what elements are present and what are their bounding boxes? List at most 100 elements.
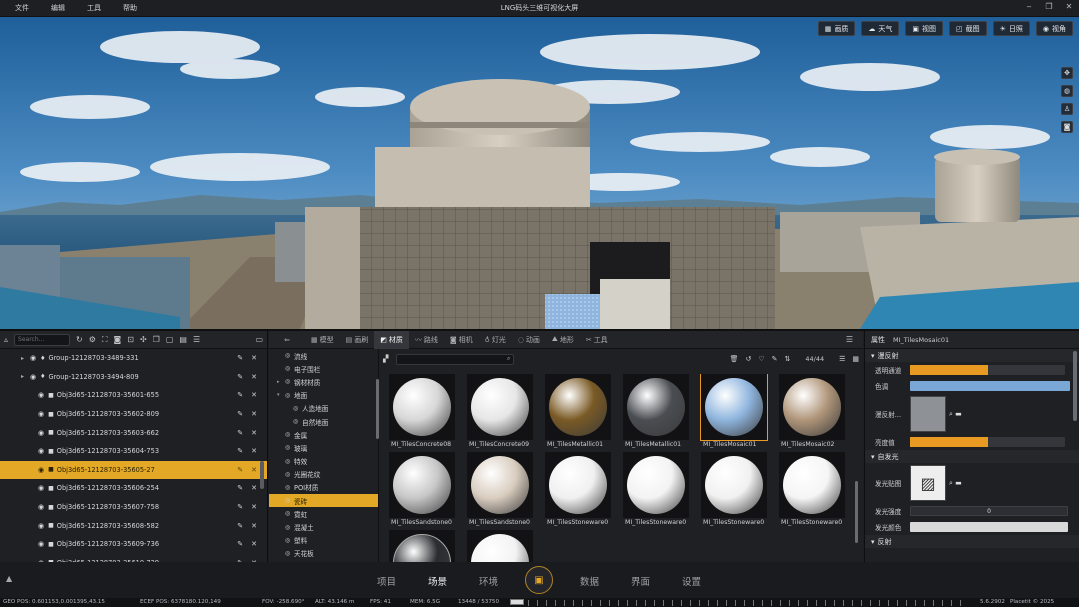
fit-icon[interactable]: ⛶ <box>102 335 108 345</box>
capture-icon[interactable]: ◙ <box>114 335 122 344</box>
panel-menu-icon[interactable]: ☰ <box>836 335 863 344</box>
material-card[interactable]: MI_TilesMetallic01 <box>623 374 689 452</box>
category-item[interactable]: ◎ 天花板 <box>269 547 378 560</box>
menu-tools[interactable]: 工具 <box>76 3 112 13</box>
material-card[interactable]: MI_TilesMosaic02 <box>779 374 845 452</box>
expand-icon[interactable]: ▸ <box>277 379 285 385</box>
tree-row[interactable]: ◉ ■ Obj3d65-12128703-35607-758 ✎ ✕ <box>0 498 267 517</box>
edit-icon[interactable]: ✎ <box>237 354 243 362</box>
search-icon[interactable]: ⌕ <box>949 410 953 418</box>
nav-environment[interactable]: 环境 <box>479 574 498 588</box>
tree-row[interactable]: ▸ ◉ ♦ Group-12128703-3489-331 ✎ ✕ <box>0 349 267 368</box>
visibility-icon[interactable]: ◉ <box>38 503 44 511</box>
tree-row[interactable]: ◉ ■ Obj3d65-12128703-35602-809 ✎ ✕ <box>0 405 267 424</box>
nav-ui[interactable]: 界面 <box>631 574 650 588</box>
edit-icon[interactable]: ✎ <box>237 540 243 548</box>
category-item[interactable]: ◎ 自然地面 <box>269 415 378 428</box>
tree-row[interactable]: ◉ ■ Obj3d65-12128703-35603-662 ✎ ✕ <box>0 423 267 442</box>
tab-light[interactable]: ♁ 灯光 <box>479 331 512 349</box>
tab-camera[interactable]: ◙ 相机 <box>444 331 479 349</box>
material-search-input[interactable]: ⌕ <box>396 353 515 365</box>
edit-icon[interactable]: ✎ <box>237 503 243 511</box>
tree-search-input[interactable] <box>14 333 71 346</box>
weather-button[interactable]: ☁ 天气 <box>861 21 900 36</box>
visibility-icon[interactable]: ◉ <box>30 373 36 381</box>
material-card[interactable]: MI_TilesStoneware0 <box>701 452 767 530</box>
edit-icon[interactable]: ✎ <box>772 355 778 363</box>
scene-viewport[interactable]: ▦ 画质 ☁ 天气 ▣ 视图 ◰ 截图 ☀ 日照 ◉ 视角 ✥ ◍ ♙ ◙ <box>0 17 1079 329</box>
category-item[interactable]: ◎ 流线 <box>269 349 378 362</box>
material-card-selected[interactable]: MI_TilesMosaic01 <box>700 374 768 452</box>
screenshot-button[interactable]: ◰ 截图 <box>948 21 987 36</box>
list-icon[interactable]: ☰ <box>193 335 200 344</box>
list-view-icon[interactable]: ☰ <box>839 355 845 363</box>
category-item[interactable]: ◎ 霓虹 <box>269 507 378 520</box>
edit-icon[interactable]: ✎ <box>237 373 243 381</box>
tab-model[interactable]: ▦ 模型 <box>305 331 340 349</box>
section-diffuse[interactable]: ▾ 漫反射 <box>865 349 1079 362</box>
delete-icon[interactable]: ✕ <box>251 410 257 418</box>
edit-icon[interactable]: ✎ <box>237 429 243 437</box>
globe-icon[interactable]: ◍ <box>1061 85 1073 97</box>
visibility-icon[interactable]: ◉ <box>38 391 44 399</box>
tree-row[interactable]: ◉ ■ Obj3d65-12128703-35601-655 ✎ ✕ <box>0 386 267 405</box>
category-item[interactable]: ◎ 电子围栏 <box>269 362 378 375</box>
visibility-icon[interactable]: ◉ <box>38 522 44 530</box>
collapse-icon[interactable]: ▾ <box>277 392 285 398</box>
nav-project[interactable]: 项目 <box>377 574 396 588</box>
move-icon[interactable]: ✣ <box>140 335 147 344</box>
category-item[interactable]: ◎ 混凝土 <box>269 520 378 533</box>
category-item[interactable]: ◎ 玻璃 <box>269 441 378 454</box>
emissive-texture-placeholder[interactable]: ▨ <box>910 465 946 501</box>
opacity-slider[interactable] <box>910 365 1065 375</box>
folder-icon[interactable]: ▬ <box>955 479 962 487</box>
tree-scrollbar[interactable] <box>260 461 264 489</box>
delete-icon[interactable]: ✕ <box>251 429 257 437</box>
tree-row[interactable]: ◉ ■ Obj3d65-12128703-35609-736 ✎ ✕ <box>0 535 267 554</box>
category-item[interactable]: ◎ 塑料 <box>269 534 378 547</box>
folder-icon[interactable]: ▬ <box>955 410 962 418</box>
visibility-icon[interactable]: ◉ <box>38 429 44 437</box>
visibility-icon[interactable]: ◉ <box>38 484 44 492</box>
person-icon[interactable]: ♙ <box>1061 103 1073 115</box>
visibility-icon[interactable]: ◉ <box>30 354 36 362</box>
edit-icon[interactable]: ✎ <box>237 466 243 474</box>
visibility-icon[interactable]: ◉ <box>38 466 44 474</box>
delete-icon[interactable]: 🗑 <box>730 355 739 363</box>
delete-icon[interactable]: ✕ <box>251 522 257 530</box>
material-card[interactable]: MI_TilesConcrete09 <box>467 374 533 452</box>
menu-help[interactable]: 帮助 <box>112 3 148 13</box>
tab-brush[interactable]: ▤ 画刷 <box>340 331 375 349</box>
category-item[interactable]: ◎ POI材质 <box>269 481 378 494</box>
panel-icon[interactable]: ▭ <box>255 335 263 344</box>
expand-icon[interactable]: ▸ <box>21 373 24 380</box>
material-card[interactable]: MI_TilesConcrete08 <box>389 374 455 452</box>
edit-icon[interactable]: ✎ <box>237 410 243 418</box>
tab-tool[interactable]: ✂ 工具 <box>580 331 614 349</box>
tree-row[interactable]: ◉ ■ Obj3d65-12128703-35604-753 ✎ ✕ <box>0 442 267 461</box>
delete-icon[interactable]: ✕ <box>251 540 257 548</box>
material-card[interactable]: MI_TilesSandstone0 <box>467 452 533 530</box>
category-item[interactable]: ◎ 光圈花纹 <box>269 468 378 481</box>
menu-file[interactable]: 文件 <box>4 3 40 13</box>
properties-scrollbar[interactable] <box>1073 351 1077 421</box>
material-scrollbar[interactable] <box>855 481 858 543</box>
emissive-color-swatch[interactable] <box>910 522 1068 532</box>
grid-view-icon[interactable]: ▦ <box>852 355 859 363</box>
settings-icon[interactable]: ⚙ <box>89 335 96 344</box>
perspective-button[interactable]: ◉ 视角 <box>1035 21 1073 36</box>
tab-route[interactable]: 〰路线 <box>409 331 444 349</box>
edit-icon[interactable]: ✎ <box>237 522 243 530</box>
refresh-icon[interactable]: ↻ <box>76 335 83 344</box>
material-card[interactable]: MI_TilesSandstone0 <box>389 452 455 530</box>
visibility-icon[interactable]: ◉ <box>38 410 44 418</box>
delete-icon[interactable]: ✕ <box>251 484 257 492</box>
delete-icon[interactable]: ✕ <box>251 354 257 362</box>
edit-icon[interactable]: ✎ <box>237 484 243 492</box>
section-reflection[interactable]: ▾ 反射 <box>865 535 1079 548</box>
chevron-up-icon[interactable]: ▲ <box>6 574 12 583</box>
category-item[interactable]: ▾ ◎ 地面 <box>269 389 378 402</box>
tree-row-selected[interactable]: ◉ ■ Obj3d65-12128703-35605-27 ✎ ✕ <box>0 460 267 480</box>
material-card[interactable]: MI_TilesStoneware0 <box>779 452 845 530</box>
favorite-icon[interactable]: ♡ <box>758 355 764 363</box>
